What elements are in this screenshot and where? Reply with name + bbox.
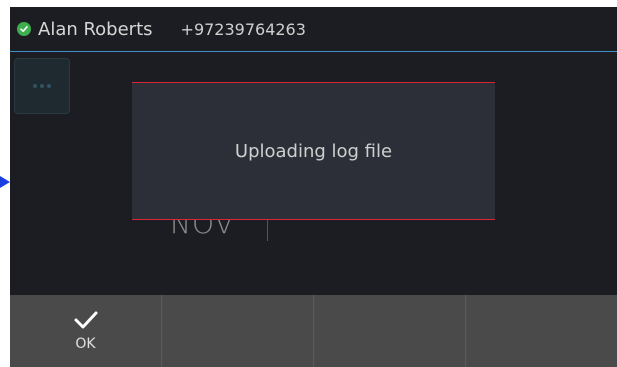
dialog-message: Uploading log file (234, 140, 393, 162)
user-name: Alan Roberts (38, 18, 153, 40)
header-bar: Alan Roberts +97239764263 (10, 7, 617, 52)
softkey-bar: OK (10, 295, 617, 367)
more-options-button[interactable] (14, 58, 70, 114)
softkey-4[interactable] (466, 295, 617, 367)
ellipsis-icon (33, 84, 51, 88)
user-number: +97239764263 (180, 19, 306, 39)
softkey-3[interactable] (314, 295, 466, 367)
divider (267, 217, 268, 241)
pointer-arrow-icon (0, 176, 10, 188)
softkey-label: OK (75, 336, 96, 352)
phone-screen: Alan Roberts +97239764263 NOV Uploading … (10, 7, 617, 367)
softkey-2[interactable] (162, 295, 314, 367)
ok-softkey[interactable]: OK (10, 295, 162, 367)
check-icon (74, 311, 97, 329)
upload-dialog: Uploading log file (132, 82, 495, 220)
presence-available-icon (17, 22, 31, 36)
